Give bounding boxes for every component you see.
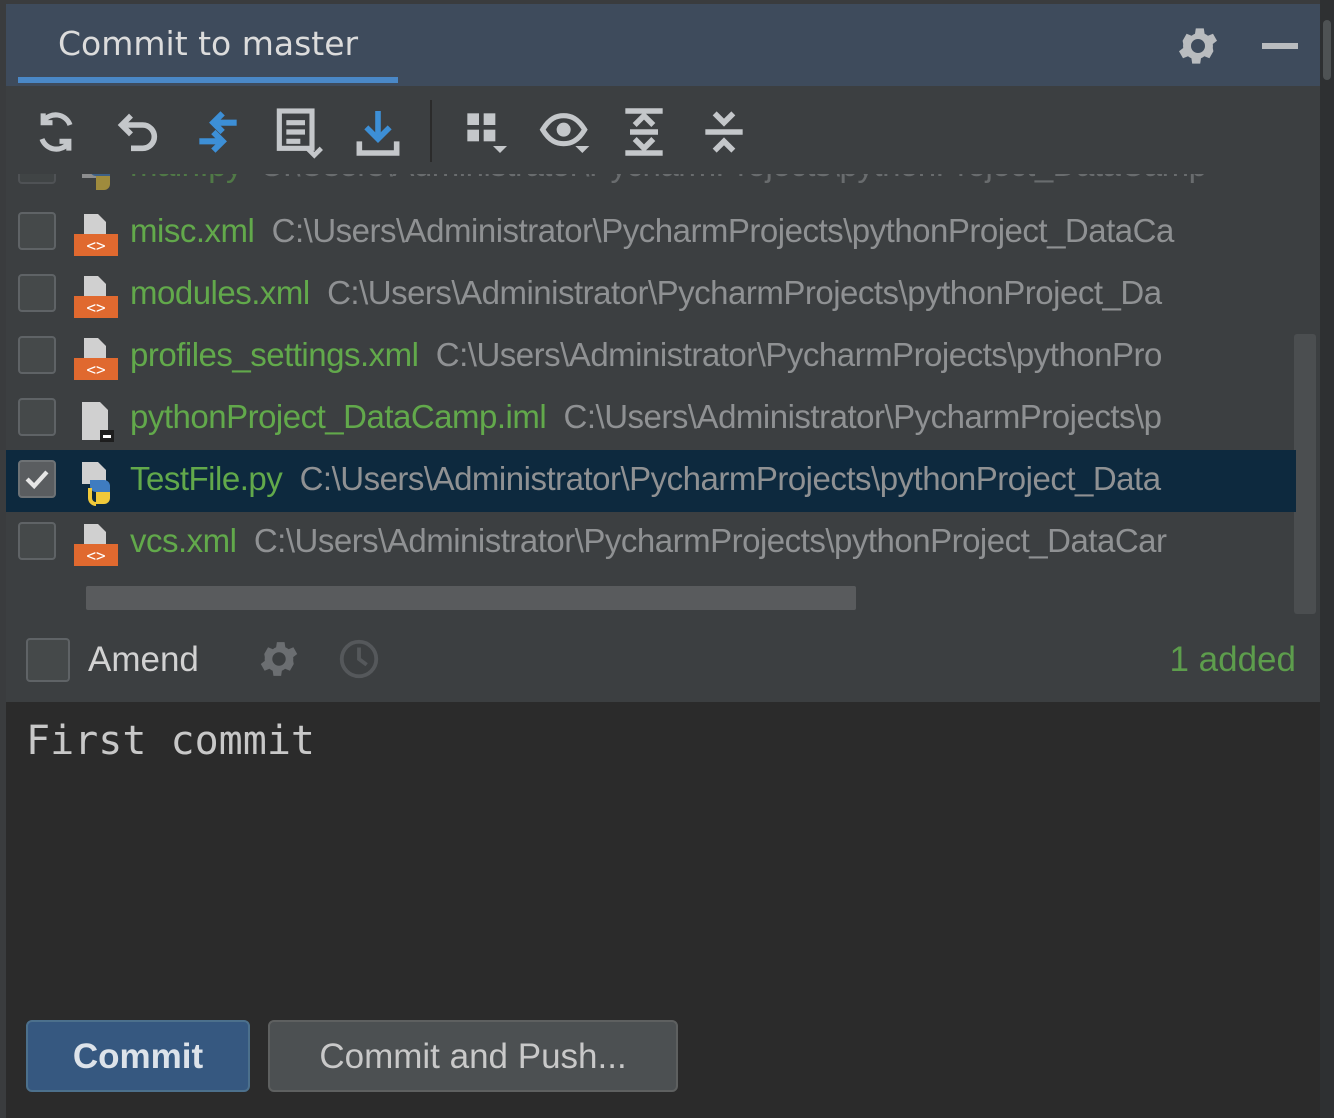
group-by-icon[interactable] [458, 104, 514, 160]
file-checkbox-checked[interactable] [18, 460, 56, 498]
outer-scroll-strip [1320, 0, 1334, 1118]
list-item-vcs-xml[interactable]: <> vcs.xml C:\Users\Administrator\Pychar… [6, 512, 1296, 574]
history-clock-icon[interactable] [336, 636, 382, 682]
svg-text:<>: <> [86, 236, 105, 255]
list-item-misc-xml[interactable]: <> misc.xml C:\Users\Administrator\Pycha… [6, 202, 1296, 264]
file-path: C:\Users\Administrator\PycharmProjects\p… [435, 336, 1163, 373]
commit-panel: Commit to master <> misc.xml C:\Users\Ad… [6, 4, 1320, 1118]
svg-text:<>: <> [86, 298, 105, 317]
xml-file-icon: <> [70, 334, 120, 384]
horizontal-scrollbar[interactable] [86, 586, 856, 610]
xml-file-icon: <> [70, 272, 120, 322]
file-name: vcs.xml [130, 522, 237, 559]
tab-commit-to-master[interactable]: Commit to master [58, 24, 358, 63]
iml-file-icon [70, 396, 120, 446]
file-checkbox[interactable] [18, 274, 56, 312]
vertical-scrollbar[interactable] [1294, 334, 1316, 614]
collapse-all-icon[interactable] [696, 104, 752, 160]
minimize-icon[interactable] [1256, 22, 1304, 70]
file-name: pythonProject_DataCamp.iml [130, 398, 547, 435]
list-item-iml[interactable]: pythonProject_DataCamp.iml C:\Users\Admi… [6, 388, 1296, 450]
download-icon[interactable] [350, 104, 406, 160]
file-checkbox[interactable] [18, 398, 56, 436]
file-path: C:\Users\Administrator\PycharmProjects\p… [253, 522, 1167, 559]
rollback-icon[interactable] [110, 104, 166, 160]
list-item-testfile-py[interactable]: TestFile.py C:\Users\Administrator\Pycha… [6, 450, 1296, 512]
commit-message-text[interactable]: First commit [26, 718, 315, 764]
file-checkbox[interactable] [18, 522, 56, 560]
changed-files-list: main.py C:\Users\Administrator\PycharmPr… [6, 174, 1320, 622]
toolbar-separator [430, 100, 432, 162]
file-name: main.py [130, 174, 243, 183]
expand-all-icon[interactable] [616, 104, 672, 160]
file-path: C:\Users\Administrator\PycharmProjects\p… [271, 212, 1175, 249]
checkmark-icon [25, 470, 49, 490]
active-tab-indicator [18, 77, 398, 83]
python-file-icon [70, 174, 120, 194]
list-item-profiles-settings-xml[interactable]: <> profiles_settings.xml C:\Users\Admini… [6, 326, 1296, 388]
commit-button[interactable]: Commit [26, 1020, 250, 1092]
file-path: C:\Users\Administrator\PycharmProjects\p… [259, 174, 1207, 183]
commit-and-push-button[interactable]: Commit and Push... [268, 1020, 678, 1092]
toolbar [6, 86, 1320, 178]
file-name: TestFile.py [130, 460, 283, 497]
list-item-modules-xml[interactable]: <> modules.xml C:\Users\Administrator\Py… [6, 264, 1296, 326]
file-checkbox[interactable] [18, 174, 56, 184]
file-path: C:\Users\Administrator\PycharmProjects\p [563, 398, 1163, 435]
python-file-icon [70, 458, 120, 508]
gear-icon[interactable] [1174, 22, 1222, 70]
svg-text:<>: <> [86, 360, 105, 379]
list-item-main-py[interactable]: main.py C:\Users\Administrator\PycharmPr… [6, 174, 1296, 198]
file-name: modules.xml [130, 274, 310, 311]
changelist-icon[interactable] [270, 104, 326, 160]
file-path: C:\Users\Administrator\PycharmProjects\p… [327, 274, 1162, 311]
changes-status: 1 added [1169, 640, 1296, 679]
refresh-icon[interactable] [28, 104, 84, 160]
commit-options-gear-icon[interactable] [256, 636, 302, 682]
amend-label: Amend [88, 640, 199, 679]
amend-checkbox[interactable] [26, 638, 70, 682]
file-path: C:\Users\Administrator\PycharmProjects\p… [299, 460, 1162, 497]
amend-row: Amend 1 added [6, 622, 1320, 702]
eye-icon[interactable] [538, 104, 594, 160]
file-checkbox[interactable] [18, 336, 56, 374]
panel-header: Commit to master [6, 4, 1320, 86]
file-name: profiles_settings.xml [130, 336, 419, 373]
xml-file-icon: <> [70, 520, 120, 570]
svg-text:<>: <> [86, 546, 105, 565]
diff-arrows-icon[interactable] [190, 104, 246, 160]
file-name: misc.xml [130, 212, 255, 249]
xml-file-icon: <> [70, 210, 120, 260]
file-checkbox[interactable] [18, 212, 56, 250]
outer-scroll-thumb[interactable] [1323, 20, 1331, 80]
